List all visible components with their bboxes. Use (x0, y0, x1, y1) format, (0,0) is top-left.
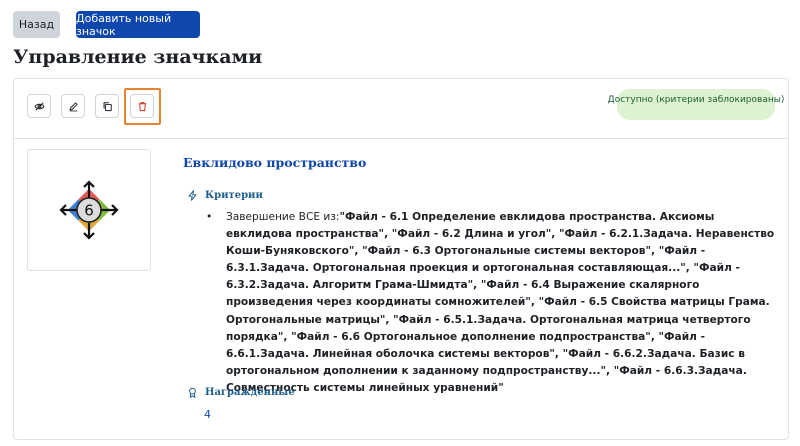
page-title: Управление значками (13, 46, 263, 68)
criteria-heading: Критерии (187, 190, 263, 201)
copy-button[interactable] (95, 94, 119, 118)
awarded-heading-label: Награжденные (205, 387, 295, 398)
back-button[interactable]: Назад (13, 11, 60, 38)
hide-button[interactable] (27, 94, 51, 118)
delete-button-highlight (124, 88, 161, 125)
criteria-text: Завершение ВСЕ из:"Файл - 6.1 Определени… (226, 209, 778, 397)
add-badge-button[interactable]: Добавить новый значок (76, 11, 200, 38)
edit-button[interactable] (61, 94, 85, 118)
status-badge: Доступно (критерии заблокированы) (608, 89, 784, 120)
bolt-icon (188, 190, 197, 201)
criteria-heading-label: Критерии (205, 190, 263, 201)
badge-image-frame: 6 (27, 149, 151, 271)
criteria-items: "Файл - 6.1 Определение евклидова простр… (226, 211, 775, 394)
awarded-count-link[interactable]: 4 (204, 408, 211, 421)
awarded-heading: Награжденные (187, 387, 295, 398)
badge-image: 6 (59, 180, 119, 240)
eye-slash-icon (33, 101, 45, 111)
badge-card: Доступно (критерии заблокированы) 6 Евкл… (13, 78, 789, 440)
pencil-icon (69, 101, 78, 111)
award-icon (189, 387, 196, 398)
criteria-intro: Завершение ВСЕ из: (226, 211, 340, 223)
badge-image-number: 6 (84, 202, 94, 220)
badge-name-link[interactable]: Евклидово пространство (183, 155, 366, 170)
card-divider (14, 138, 788, 139)
copy-icon (103, 101, 112, 111)
criteria-bullet: • (206, 211, 213, 223)
